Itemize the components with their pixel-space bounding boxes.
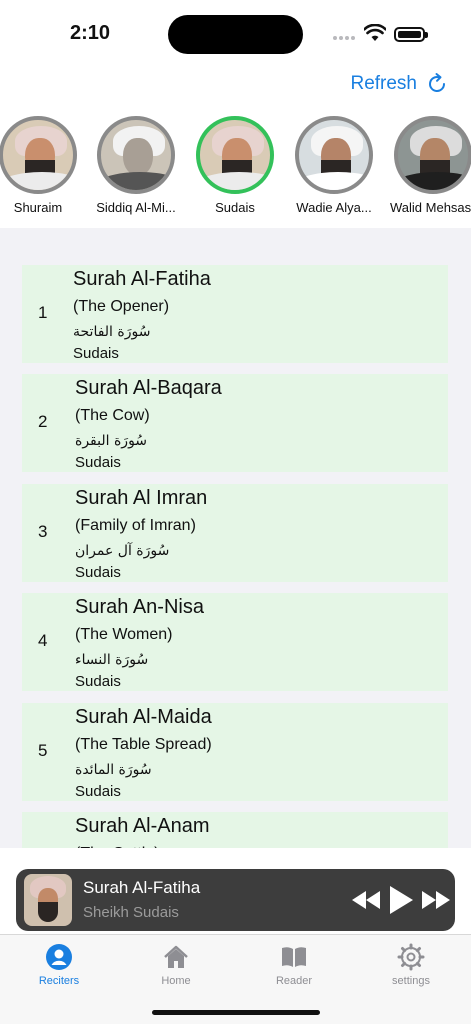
reciter-avatar-selected [196, 116, 274, 194]
reciter-name: Shuraim [13, 200, 63, 215]
player-subtitle: Sheikh Sudais [83, 904, 179, 921]
tab-label: Reader [275, 975, 313, 987]
surah-number: 2 [38, 412, 48, 431]
status-time: 2:10 [70, 22, 111, 44]
refresh-label: Refresh [350, 73, 417, 94]
cellular-signal-icon [333, 36, 355, 40]
play-icon [390, 886, 413, 914]
status-bar: 2:10 [0, 0, 471, 64]
reciter-wadie[interactable]: Wadie Alya... [286, 116, 382, 215]
home-indicator [152, 1010, 320, 1015]
reciter-name: Wadie Alya... [296, 200, 372, 215]
surah-meaning: (The Women) [75, 626, 173, 643]
surah-name: Surah Al-Fatiha [73, 268, 211, 290]
surah-number: 5 [38, 741, 48, 760]
list-item[interactable]: 5 Surah Al-Maida (The Table Spread) سُور… [22, 703, 448, 801]
battery-icon [394, 27, 428, 42]
tab-settings[interactable]: settings [361, 943, 461, 987]
list-item[interactable]: 4 Surah An-Nisa (The Women) سُورَة النسا… [22, 593, 448, 691]
surah-reciter: Sudais [75, 783, 121, 800]
tab-reader[interactable]: Reader [244, 943, 344, 987]
surah-arabic-name: سُورَة النساء [75, 652, 149, 668]
reciter-carousel[interactable]: Shuraim Siddiq Al-Mi... Sudais Wadie Aly… [0, 116, 471, 226]
surah-arabic-name: سُورَة المائدة [75, 762, 152, 778]
mini-player[interactable]: Surah Al-Fatiha Sheikh Sudais [16, 869, 455, 931]
surah-reciter: Sudais [73, 345, 119, 362]
reciter-shuraim[interactable]: Shuraim [0, 116, 86, 215]
reciter-sudais[interactable]: Sudais [187, 116, 283, 215]
surah-number: 4 [38, 631, 48, 650]
tab-label: Home [161, 975, 191, 987]
rewind-button[interactable] [352, 884, 380, 916]
surah-meaning: (The Opener) [73, 298, 170, 315]
surah-name: Surah Al-Baqara [75, 377, 222, 399]
surah-meaning: (Family of Imran) [75, 517, 196, 534]
person-icon [46, 944, 72, 970]
surah-reciter: Sudais [75, 673, 121, 690]
surah-name: Surah Al-Anam [75, 815, 210, 837]
reciter-avatar [295, 116, 373, 194]
fast-forward-icon [422, 891, 450, 909]
surah-meaning: (The Table Spread) [75, 736, 212, 753]
book-icon [282, 947, 306, 967]
reciter-avatar [97, 116, 175, 194]
reciter-avatar [394, 116, 471, 194]
tab-home[interactable]: Home [126, 943, 226, 987]
surah-number: 1 [38, 303, 48, 322]
player-title: Surah Al-Fatiha [83, 878, 201, 897]
surah-name: Surah Al-Maida [75, 706, 212, 728]
surah-reciter: Sudais [75, 454, 121, 471]
surah-name: Surah Al Imran [75, 487, 208, 509]
fast-forward-button[interactable] [422, 884, 450, 916]
reciter-siddiq[interactable]: Siddiq Al-Mi... [88, 116, 184, 215]
reciter-name: Sudais [215, 200, 255, 215]
surah-arabic-name: سُورَة الفاتحة [73, 324, 151, 340]
list-item[interactable]: 2 Surah Al-Baqara (The Cow) سُورَة البقر… [22, 374, 448, 472]
surah-meaning: (The Cow) [75, 407, 150, 424]
refresh-button[interactable]: Refresh [350, 72, 449, 96]
list-item[interactable]: 6 Surah Al-Anam (The Cattle) [22, 812, 448, 848]
app-screen: 2:10 Refresh Shuraim Siddiq Al-Mi... Sud… [0, 0, 471, 1024]
surah-meaning: (The Cattle) [75, 839, 210, 848]
player-artwork [24, 874, 72, 926]
reciter-avatar [0, 116, 77, 194]
surah-reciter: Sudais [75, 564, 121, 581]
dynamic-island [168, 15, 303, 54]
home-icon [164, 945, 188, 968]
tab-label: Reciters [38, 975, 80, 987]
tab-label: settings [392, 975, 430, 987]
tab-reciters[interactable]: Reciters [9, 943, 109, 987]
play-button[interactable] [389, 884, 413, 916]
wifi-icon [364, 24, 386, 41]
surah-arabic-name: سُورَة آل عمران [75, 543, 170, 559]
reciter-walid[interactable]: Walid Mehsas [385, 116, 471, 215]
rewind-icon [352, 891, 380, 909]
list-item[interactable]: 3 Surah Al Imran (Family of Imran) سُورَ… [22, 484, 448, 582]
list-item[interactable]: 1 Surah Al-Fatiha (The Opener) سُورَة ال… [22, 265, 448, 363]
reciter-name: Walid Mehsas [390, 200, 471, 215]
surah-name: Surah An-Nisa [75, 596, 204, 618]
reciter-name: Siddiq Al-Mi... [96, 200, 176, 215]
gear-icon [397, 943, 425, 971]
surah-arabic-name: سُورَة البقرة [75, 433, 148, 449]
refresh-icon [429, 73, 445, 92]
surah-number: 3 [38, 522, 48, 541]
surah-list[interactable]: 1 Surah Al-Fatiha (The Opener) سُورَة ال… [0, 228, 471, 848]
